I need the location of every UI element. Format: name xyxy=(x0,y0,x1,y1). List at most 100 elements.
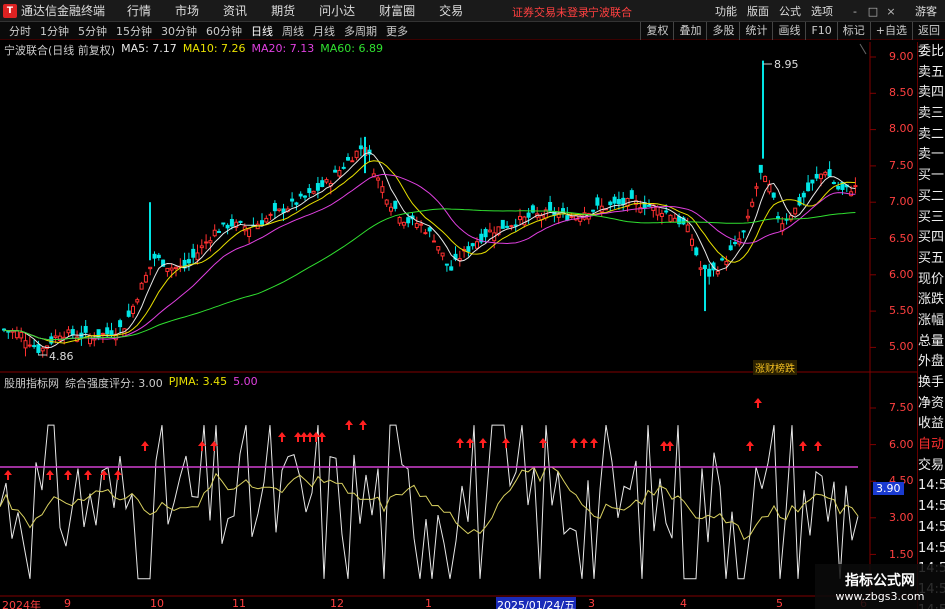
candle xyxy=(57,332,62,342)
candle xyxy=(457,250,462,267)
y-tick-900: 9.00 xyxy=(889,50,914,63)
buy-arrow-icon xyxy=(64,470,72,480)
candle xyxy=(156,252,161,261)
candle xyxy=(767,180,772,195)
candle xyxy=(548,195,553,213)
candle xyxy=(225,223,230,235)
buy-arrow-icon xyxy=(345,420,353,430)
candle xyxy=(307,184,312,198)
candle xyxy=(707,263,712,285)
ma60-icon xyxy=(859,43,867,55)
candle xyxy=(612,194,617,209)
candle xyxy=(320,176,325,188)
quote-row: 净资 xyxy=(918,395,945,411)
candle xyxy=(750,198,755,208)
candle xyxy=(186,252,191,271)
y-tick-700: 7.00 xyxy=(889,195,914,208)
candle xyxy=(165,267,170,277)
candle xyxy=(277,208,282,213)
quote-row: 卖五 xyxy=(918,64,945,80)
buy-arrow-icon xyxy=(456,438,464,448)
candle xyxy=(513,218,518,233)
buy-arrow-icon xyxy=(84,470,92,480)
candle xyxy=(780,216,785,236)
candle xyxy=(432,234,436,243)
candle xyxy=(423,228,428,235)
y-tick-550: 5.50 xyxy=(889,304,914,317)
buy-arrow-icon xyxy=(570,438,578,448)
candle xyxy=(178,258,183,273)
high-price-label: 8.95 xyxy=(774,58,799,71)
candle xyxy=(393,200,398,212)
indicator-current-value: 3.90 xyxy=(873,482,904,495)
candle xyxy=(53,329,58,344)
candle xyxy=(505,221,510,229)
quote-row: 卖四 xyxy=(918,85,945,101)
candle xyxy=(698,260,703,276)
candle xyxy=(354,150,359,161)
quote-row: 换手 xyxy=(918,375,945,390)
candle xyxy=(578,213,583,226)
candle xyxy=(182,252,187,272)
candle xyxy=(853,177,858,194)
kline-chart[interactable] xyxy=(0,0,945,609)
quote-row: 卖三 xyxy=(918,106,945,122)
buy-arrow-icon xyxy=(814,441,822,451)
candle xyxy=(79,325,84,346)
y-tick-650: 6.50 xyxy=(889,232,914,245)
candle xyxy=(315,176,320,199)
candle xyxy=(487,222,492,233)
candle xyxy=(629,188,634,199)
buy-arrow-icon xyxy=(590,438,598,448)
buy-arrow-icon xyxy=(359,420,367,430)
ma10-value: MA10: 7.26 xyxy=(182,42,246,55)
buy-arrow-icon xyxy=(141,441,149,451)
buy-arrow-icon xyxy=(318,432,326,442)
dragon-tiger-tag[interactable]: 涨财榜跌 xyxy=(753,360,797,375)
candle xyxy=(797,193,802,207)
y-tick-500: 5.00 xyxy=(889,340,914,353)
candle xyxy=(741,230,746,239)
candle xyxy=(290,192,295,208)
candle xyxy=(346,153,350,161)
candle xyxy=(341,162,346,170)
indicator-name[interactable]: 股朋指标网 xyxy=(4,375,59,391)
candle xyxy=(810,179,815,191)
ind-y-tick-750: 7.50 xyxy=(889,401,914,414)
y-tick-750: 7.50 xyxy=(889,159,914,172)
watermark-title: 指标公式网 xyxy=(845,573,915,589)
candle xyxy=(92,332,97,347)
indicator-score: 综合强度评分: 3.00 xyxy=(65,377,163,390)
date-nov: 11 xyxy=(232,597,246,609)
candle xyxy=(376,175,381,189)
watermark: 指标公式网 www.zbgs3.com xyxy=(815,564,945,609)
candle xyxy=(530,203,535,214)
candle xyxy=(311,190,316,195)
date-may: 5 xyxy=(776,597,783,609)
quote-row: 自动 xyxy=(918,437,945,453)
candle xyxy=(204,234,209,250)
candle xyxy=(556,207,561,224)
candle xyxy=(616,191,621,210)
candle xyxy=(27,336,32,348)
candle xyxy=(681,216,686,226)
ma5-line xyxy=(3,151,856,349)
candle xyxy=(831,180,836,185)
candle xyxy=(143,271,148,283)
buy-arrow-icon xyxy=(502,438,510,448)
candle xyxy=(268,212,273,220)
ma5-value: MA5: 7.17 xyxy=(121,42,177,55)
quote-row: 外盘 xyxy=(918,354,945,370)
quote-row: 14:56 xyxy=(918,519,945,535)
candle xyxy=(217,228,221,233)
candle xyxy=(118,318,123,334)
candle xyxy=(139,281,144,290)
ind-y-tick-300: 3.00 xyxy=(889,511,914,524)
quote-row: 买四 xyxy=(918,230,945,246)
candle xyxy=(10,328,15,339)
candle xyxy=(827,161,832,177)
indicator-header: 股朋指标网 综合强度评分: 3.00 PJMA: 3.45 5.00 xyxy=(4,375,258,391)
candle xyxy=(668,214,673,223)
date-apr: 4 xyxy=(680,597,687,609)
ma60-value: MA60: 6.89 xyxy=(320,42,383,55)
